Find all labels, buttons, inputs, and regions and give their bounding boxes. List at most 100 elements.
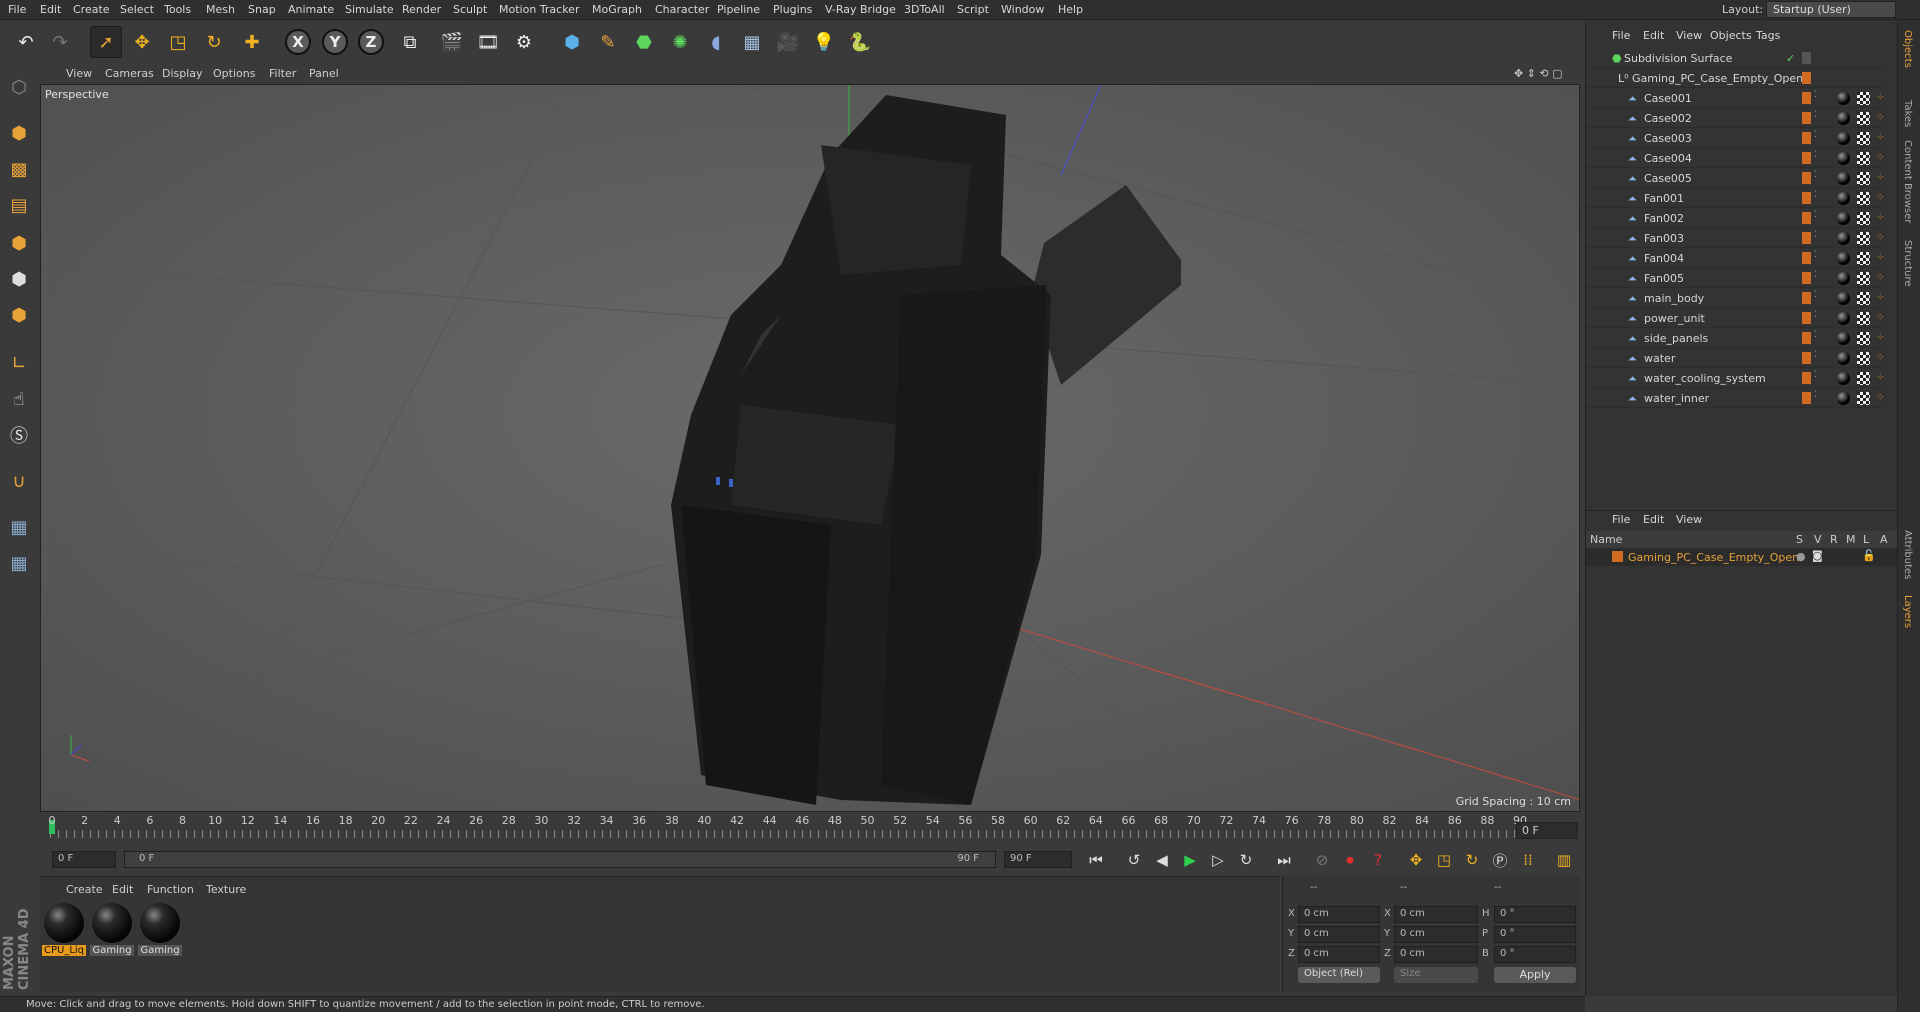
layer-chip[interactable]: [1802, 172, 1811, 184]
texture-tag[interactable]: [1857, 172, 1870, 185]
texture-tag[interactable]: [1857, 192, 1870, 205]
material-tag[interactable]: [1837, 332, 1850, 345]
layout-select[interactable]: Startup (User): [1766, 1, 1896, 18]
layers-menu-view[interactable]: View: [1676, 513, 1702, 526]
texture-tag[interactable]: [1857, 232, 1870, 245]
axis-mode-icon[interactable]: ∟: [4, 348, 34, 378]
menu-edit[interactable]: Edit: [40, 3, 61, 16]
texture-tag[interactable]: [1857, 252, 1870, 265]
layer-chip[interactable]: [1802, 72, 1811, 84]
objects-menu-edit[interactable]: Edit: [1643, 29, 1664, 42]
visibility-dots[interactable]: ⁚: [1814, 391, 1818, 404]
tab-attributes[interactable]: Attributes: [1902, 530, 1913, 579]
layer-chip[interactable]: [1802, 132, 1811, 144]
size-y-field[interactable]: 0 cm: [1394, 926, 1478, 943]
material-tag[interactable]: [1837, 252, 1850, 265]
visibility-dots[interactable]: ⁚: [1814, 91, 1818, 104]
visibility-dots[interactable]: ⁚: [1814, 291, 1818, 304]
menu-motion-tracker[interactable]: Motion Tracker: [499, 3, 579, 16]
select-cursor-icon[interactable]: ➚: [90, 26, 122, 58]
visibility-dots[interactable]: ⁚: [1814, 131, 1818, 144]
record-disabled-icon[interactable]: ⊘: [1310, 849, 1334, 871]
points-mode-icon[interactable]: ⬢: [4, 228, 34, 258]
layer-chip[interactable]: [1802, 52, 1811, 64]
tab-structure[interactable]: Structure: [1902, 240, 1913, 287]
texture-tag[interactable]: [1857, 152, 1870, 165]
objects-menu-objects[interactable]: Objects: [1710, 29, 1752, 42]
viewport-menu-cameras[interactable]: Cameras: [105, 67, 154, 80]
visibility-dots[interactable]: ⁚: [1814, 111, 1818, 124]
material-tag[interactable]: [1837, 132, 1850, 145]
edges-mode-icon[interactable]: ⬢: [4, 264, 34, 294]
key-rotate-icon[interactable]: ↻: [1460, 849, 1484, 871]
menu-mesh[interactable]: Mesh: [206, 3, 235, 16]
subdivision-icon[interactable]: ⬣: [628, 26, 660, 58]
start-frame-field[interactable]: 0 F: [52, 851, 116, 868]
phong-tag[interactable]: ⁘: [1876, 252, 1886, 264]
object-row-root[interactable]: ⬣ Subdivision Surface ✓: [1586, 49, 1882, 68]
menu-3dtoall[interactable]: 3DToAll: [904, 3, 945, 16]
apply-button[interactable]: Apply: [1494, 967, 1576, 983]
menu-file[interactable]: File: [8, 3, 26, 16]
record-icon[interactable]: ⏺: [1338, 849, 1362, 871]
size-mode-select[interactable]: Size: [1394, 967, 1478, 983]
key-scale-icon[interactable]: ◳: [1432, 849, 1456, 871]
material-tag[interactable]: [1837, 192, 1850, 205]
phong-tag[interactable]: ⁘: [1876, 332, 1886, 344]
end-frame-field[interactable]: 90 F: [1004, 851, 1072, 868]
check-icon[interactable]: ✓: [1786, 52, 1795, 65]
pen-spline-icon[interactable]: ✎: [592, 26, 624, 58]
next-key-icon[interactable]: ↻: [1234, 849, 1258, 871]
light-icon[interactable]: 💡: [808, 26, 840, 58]
menu-sculpt[interactable]: Sculpt: [453, 3, 487, 16]
texture-tag[interactable]: [1857, 292, 1870, 305]
visibility-dots[interactable]: ⁚: [1814, 371, 1818, 384]
layer-row[interactable]: Gaming_PC_Case_Empty_Open ● ◙ 🔓: [1586, 548, 1898, 566]
tweak-mode-icon[interactable]: ☝: [4, 384, 34, 414]
deformer-icon[interactable]: ◖: [700, 26, 732, 58]
visibility-dots[interactable]: ⁚: [1814, 231, 1818, 244]
rotation-p-field[interactable]: 0 °: [1494, 926, 1576, 943]
material-tag[interactable]: [1837, 272, 1850, 285]
menu-mograph[interactable]: MoGraph: [592, 3, 642, 16]
make-editable-icon[interactable]: ⬡: [4, 72, 34, 102]
visibility-dots[interactable]: ⁚: [1814, 191, 1818, 204]
coordinate-mode-select[interactable]: Object (Rel): [1298, 967, 1380, 983]
transform-icon[interactable]: ✚: [236, 26, 268, 58]
menu-pipeline[interactable]: Pipeline: [717, 3, 760, 16]
coordinate-system-icon[interactable]: ⧉: [394, 26, 426, 58]
layer-chip[interactable]: [1802, 292, 1811, 304]
layer-chip[interactable]: [1802, 252, 1811, 264]
tab-content-browser[interactable]: Content Browser: [1902, 140, 1913, 223]
timeline-window-icon[interactable]: ▥: [1552, 849, 1576, 871]
layer-chip[interactable]: [1802, 92, 1811, 104]
layer-chip[interactable]: [1802, 192, 1811, 204]
layer-chip[interactable]: [1802, 272, 1811, 284]
mograph-cloner-icon[interactable]: ✺: [664, 26, 696, 58]
visibility-dots[interactable]: ⁚: [1814, 171, 1818, 184]
menu-animate[interactable]: Animate: [288, 3, 334, 16]
tab-takes[interactable]: Takes: [1902, 100, 1913, 127]
layer-chip[interactable]: [1802, 212, 1811, 224]
autokey-icon[interactable]: ?: [1366, 849, 1390, 871]
redo-icon[interactable]: ↷: [44, 26, 76, 58]
layer-chip[interactable]: [1802, 152, 1811, 164]
key-pla-icon[interactable]: ⁞⁞: [1516, 849, 1540, 871]
python-icon[interactable]: 🐍: [844, 26, 876, 58]
menu-character[interactable]: Character: [655, 3, 709, 16]
material-tag[interactable]: [1837, 92, 1850, 105]
visibility-dots[interactable]: ⁚: [1814, 151, 1818, 164]
tab-layers[interactable]: Layers: [1902, 595, 1913, 628]
material-swatch[interactable]: Gaming: [90, 901, 134, 959]
layer-chip[interactable]: [1802, 112, 1811, 124]
position-x-field[interactable]: 0 cm: [1298, 906, 1380, 923]
key-param-icon[interactable]: Ⓟ: [1488, 849, 1512, 871]
camera-icon[interactable]: 🎥: [772, 26, 804, 58]
lock-workplane-icon[interactable]: ▦: [4, 512, 34, 542]
key-move-icon[interactable]: ✥: [1404, 849, 1428, 871]
phong-tag[interactable]: ⁘: [1876, 192, 1886, 204]
go-to-start-icon[interactable]: ⏮: [1084, 849, 1108, 871]
phong-tag[interactable]: ⁘: [1876, 392, 1886, 404]
range-slider[interactable]: 0 F 90 F: [124, 851, 996, 868]
menu-window[interactable]: Window: [1001, 3, 1044, 16]
